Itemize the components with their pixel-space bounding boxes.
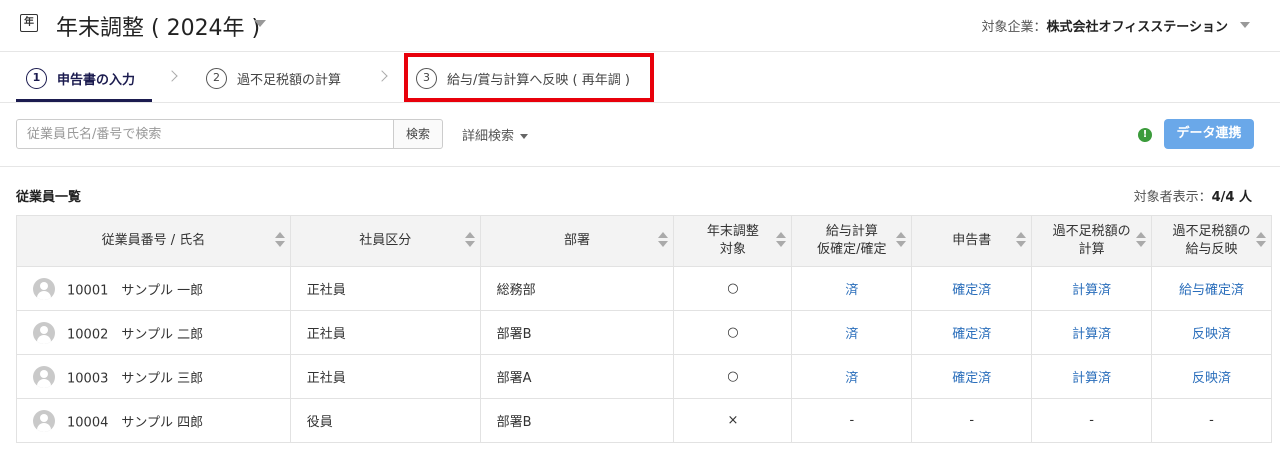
form-status-link[interactable]: 確定済 — [911, 310, 1033, 355]
display-count: 対象者表示：4/4 人 — [1134, 186, 1252, 205]
col-header-employee[interactable]: 従業員番号 / 氏名 — [16, 215, 291, 267]
col-header-label: 年末調整 — [706, 224, 759, 240]
col-header-label: 過不足税額の — [1052, 224, 1131, 240]
col-header-dept[interactable]: 部署 — [479, 215, 675, 267]
search-input[interactable] — [16, 119, 394, 149]
type-cell: 正社員 — [289, 354, 481, 399]
reflect-status-link[interactable]: 反映済 — [1151, 354, 1272, 399]
step-nav: 1 申告書の入力 2 過不足税額の計算 3 給与/賞与計算へ反映 ( 再年調 ) — [0, 53, 1280, 103]
employee-cell[interactable]: 10001 サンプル 一郎 — [16, 266, 291, 311]
status-alert-icon[interactable]: ! — [1138, 128, 1152, 142]
company-name: 株式会社オフィスステーション — [1046, 20, 1228, 35]
employee-list-title: 従業員一覧 — [16, 190, 82, 205]
col-header-calc[interactable]: 過不足税額の 計算 — [1031, 215, 1153, 267]
chevron-down-icon[interactable] — [254, 20, 266, 27]
form-status-link[interactable]: 確定済 — [911, 354, 1033, 399]
employee-table: 従業員番号 / 氏名 社員区分 部署 年末調整対象 給与計算仮確定/確定 申告書… — [16, 215, 1272, 443]
divider — [0, 102, 1280, 103]
col-header-label: 給与反映 — [1185, 242, 1238, 257]
col-header-label: 従業員番号 / 氏名 — [101, 233, 206, 249]
col-header-reflect[interactable]: 過不足税額の 給与反映 — [1151, 215, 1272, 267]
col-header-label: 給与計算 — [825, 224, 878, 240]
avatar-icon — [33, 321, 55, 344]
col-header-label: 申告書 — [952, 233, 992, 249]
employee-name[interactable]: 10001 サンプル 一郎 — [67, 283, 203, 298]
avatar-icon — [33, 277, 55, 300]
avatar-icon — [33, 409, 55, 432]
dept-cell: 総務部 — [479, 266, 675, 311]
highlight-annotation — [404, 53, 654, 102]
col-header-form[interactable]: 申告書 — [911, 215, 1033, 267]
dept-cell: 部署A — [479, 354, 675, 399]
reflect-status-link[interactable]: 給与確定済 — [1151, 266, 1272, 311]
target-cell: ○ — [673, 310, 793, 355]
table-row[interactable]: 10004 サンプル 四郎 役員 部署B × - - - - — [16, 398, 1272, 443]
step-number: 2 — [206, 67, 227, 89]
table-row[interactable]: 10003 サンプル 三郎 正社員 部署A ○ 済 確定済 計算済 反映済 — [16, 354, 1272, 399]
step-number: 1 — [26, 67, 47, 89]
employee-name[interactable]: 10004 サンプル 四郎 — [67, 415, 203, 430]
step-1[interactable]: 1 申告書の入力 — [26, 65, 135, 91]
type-cell: 正社員 — [289, 266, 481, 311]
target-cell: ○ — [673, 266, 793, 311]
page-title[interactable]: 年末調整 ( 2024年 ) — [56, 10, 260, 42]
col-header-payroll[interactable]: 給与計算仮確定/確定 — [791, 215, 913, 267]
page-header: 年 年末調整 ( 2024年 ) 対象企業：株式会社オフィスステーション — [0, 0, 1280, 52]
form-status: - — [911, 398, 1033, 443]
count-label: 対象者表示： — [1133, 190, 1212, 205]
count-value: 4/4 人 — [1211, 190, 1252, 205]
employee-name[interactable]: 10002 サンプル 二郎 — [67, 327, 203, 342]
advanced-search-label: 詳細検索 — [462, 129, 515, 144]
search-bar: 検索 詳細検索 ! データ連携 — [16, 119, 1264, 149]
chevron-down-icon[interactable] — [1240, 22, 1250, 28]
table-header-row: 従業員番号 / 氏名 社員区分 部署 年末調整対象 給与計算仮確定/確定 申告書… — [16, 215, 1272, 267]
reflect-status: - — [1151, 398, 1272, 443]
advanced-search-toggle[interactable]: 詳細検索 — [462, 125, 529, 144]
avatar-icon — [33, 365, 55, 388]
employee-cell[interactable]: 10003 サンプル 三郎 — [16, 354, 291, 399]
step-label: 申告書の入力 — [57, 72, 136, 88]
payroll-status-link[interactable]: 済 — [791, 354, 913, 399]
target-cell: ○ — [673, 354, 793, 399]
target-cell: × — [673, 398, 793, 443]
table-row[interactable]: 10002 サンプル 二郎 正社員 部署B ○ 済 確定済 計算済 反映済 — [16, 310, 1272, 355]
employee-cell[interactable]: 10002 サンプル 二郎 — [16, 310, 291, 355]
employee-cell[interactable]: 10004 サンプル 四郎 — [16, 398, 291, 443]
reflect-status-link[interactable]: 反映済 — [1151, 310, 1272, 355]
calc-status-link[interactable]: 計算済 — [1031, 266, 1153, 311]
col-header-label: 計算 — [1078, 242, 1105, 257]
payroll-status: - — [791, 398, 913, 443]
form-status-link[interactable]: 確定済 — [911, 266, 1033, 311]
col-header-target[interactable]: 年末調整 対象 — [673, 215, 793, 267]
col-header-label: 部署 — [564, 233, 591, 249]
dept-cell: 部署B — [479, 398, 675, 443]
calendar-icon: 年 — [20, 14, 38, 32]
type-cell: 正社員 — [289, 310, 481, 355]
company-label: 対象企業： — [981, 20, 1047, 35]
type-cell: 役員 — [289, 398, 481, 443]
chevron-right-icon — [166, 70, 178, 82]
calc-status: - — [1031, 398, 1153, 443]
data-sync-button[interactable]: データ連携 — [1164, 119, 1254, 149]
step-2[interactable]: 2 過不足税額の計算 — [206, 65, 341, 91]
employee-name[interactable]: 10003 サンプル 三郎 — [67, 371, 203, 386]
col-header-type[interactable]: 社員区分 — [289, 215, 481, 267]
caret-down-icon — [520, 134, 529, 139]
calc-status-link[interactable]: 計算済 — [1031, 354, 1153, 399]
col-header-label: 過不足税額の — [1172, 224, 1251, 240]
dept-cell: 部署B — [479, 310, 675, 355]
col-header-label: 社員区分 — [359, 233, 412, 249]
step-label: 過不足税額の計算 — [237, 72, 342, 88]
company-selector[interactable]: 対象企業：株式会社オフィスステーション — [982, 16, 1229, 35]
col-header-label: 仮確定/確定 — [817, 242, 887, 257]
calc-status-link[interactable]: 計算済 — [1031, 310, 1153, 355]
search-button[interactable]: 検索 — [393, 119, 443, 149]
payroll-status-link[interactable]: 済 — [791, 310, 913, 355]
payroll-status-link[interactable]: 済 — [791, 266, 913, 311]
col-header-label: 対象 — [719, 242, 746, 257]
chevron-right-icon — [376, 70, 388, 82]
table-row[interactable]: 10001 サンプル 一郎 正社員 総務部 ○ 済 確定済 計算済 給与確定済 — [16, 266, 1272, 311]
divider — [0, 166, 1280, 167]
